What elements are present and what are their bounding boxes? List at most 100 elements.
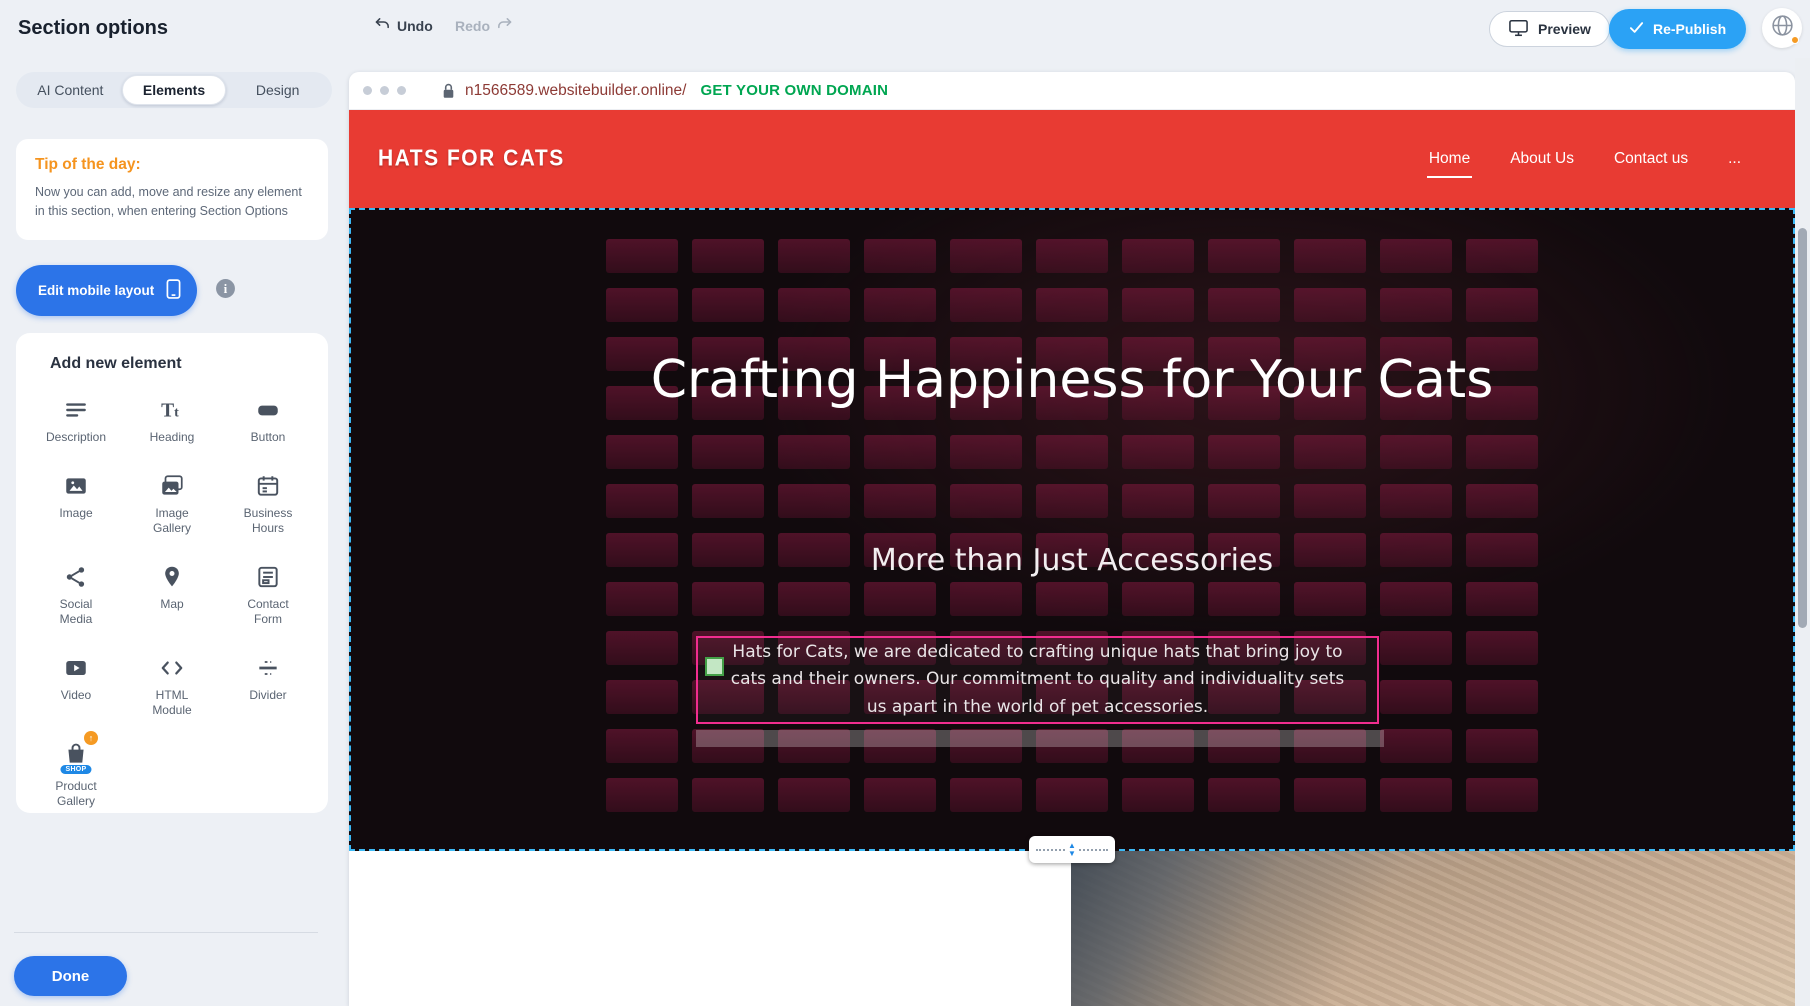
redo-button[interactable]: Redo bbox=[455, 16, 513, 36]
element-social-media[interactable]: Social Media bbox=[28, 560, 124, 627]
hero-tile bbox=[1208, 484, 1280, 518]
hero-tile bbox=[1122, 239, 1194, 273]
hero-tile bbox=[864, 239, 936, 273]
undo-button[interactable]: Undo bbox=[374, 16, 433, 36]
element-image-gallery[interactable]: Image Gallery bbox=[124, 469, 220, 536]
hero-section-selected[interactable]: Crafting Happiness for Your Cats More th… bbox=[349, 208, 1795, 851]
hero-tile bbox=[1380, 239, 1452, 273]
republish-button[interactable]: Re-Publish bbox=[1609, 9, 1746, 49]
element-divider[interactable]: Divider bbox=[220, 651, 316, 718]
contact-form-icon bbox=[255, 560, 281, 590]
element-map[interactable]: Map bbox=[124, 560, 220, 627]
video-icon bbox=[63, 651, 89, 681]
tab-elements[interactable]: Elements bbox=[122, 75, 227, 105]
hero-tile bbox=[778, 239, 850, 273]
hero-tile bbox=[778, 484, 850, 518]
element-html-module[interactable]: HTML Module bbox=[124, 651, 220, 718]
hero-tile bbox=[1122, 484, 1194, 518]
hero-tile bbox=[606, 239, 678, 273]
notification-dot bbox=[1791, 36, 1799, 44]
hero-tile bbox=[864, 582, 936, 616]
info-icon[interactable]: i bbox=[215, 278, 236, 304]
get-domain-link[interactable]: GET YOUR OWN DOMAIN bbox=[700, 82, 888, 99]
nav-more[interactable]: ... bbox=[1726, 144, 1743, 174]
element-label: Map bbox=[160, 597, 183, 612]
element-description[interactable]: Description bbox=[28, 393, 124, 445]
element-business-hours[interactable]: Business Hours bbox=[220, 469, 316, 536]
phone-icon bbox=[166, 278, 181, 303]
site-preview-frame: n1566589.websitebuilder.online/ GET YOUR… bbox=[349, 72, 1795, 1006]
hero-tile bbox=[1122, 435, 1194, 469]
next-section[interactable] bbox=[349, 851, 1795, 1006]
site-header: HATS FOR CATS Home About Us Contact us... bbox=[349, 110, 1795, 208]
site-canvas: HATS FOR CATS HomeAbout UsContact us... … bbox=[349, 110, 1795, 1006]
nav-home[interactable]: Home bbox=[1427, 144, 1472, 174]
lock-icon bbox=[442, 83, 455, 99]
element-label: Social Media bbox=[42, 597, 110, 627]
hero-tile bbox=[864, 435, 936, 469]
element-video[interactable]: Video bbox=[28, 651, 124, 718]
tab-ai-content[interactable]: AI Content bbox=[19, 75, 122, 105]
business-hours-icon bbox=[255, 469, 281, 499]
element-button[interactable]: Button bbox=[220, 393, 316, 445]
hero-tile bbox=[1294, 288, 1366, 322]
upgrade-badge-icon: ↑ bbox=[84, 731, 98, 745]
nav-contact-us[interactable]: Contact us bbox=[1612, 144, 1690, 174]
hero-tile bbox=[778, 288, 850, 322]
html-module-icon bbox=[159, 651, 185, 681]
hero-tile bbox=[606, 435, 678, 469]
undo-label: Undo bbox=[397, 18, 433, 34]
hero-paragraph-selected[interactable]: Hats for Cats, we are dedicated to craft… bbox=[696, 636, 1379, 724]
scrollbar-thumb[interactable] bbox=[1798, 228, 1807, 628]
hero-tile bbox=[864, 484, 936, 518]
hero-tile bbox=[1294, 582, 1366, 616]
preview-button[interactable]: Preview bbox=[1489, 11, 1610, 47]
hero-tile bbox=[1466, 288, 1538, 322]
element-heading[interactable]: TtHeading bbox=[124, 393, 220, 445]
section-photo bbox=[1071, 851, 1795, 1006]
svg-text:T: T bbox=[161, 401, 174, 422]
element-label: Video bbox=[61, 688, 91, 703]
hero-tile bbox=[1036, 239, 1108, 273]
hero-tile bbox=[1036, 435, 1108, 469]
hero-tile bbox=[692, 484, 764, 518]
nav-about-us[interactable]: About Us bbox=[1508, 144, 1576, 174]
hero-tile bbox=[1294, 484, 1366, 518]
hero-tile bbox=[950, 239, 1022, 273]
done-button[interactable]: Done bbox=[14, 956, 127, 996]
element-image[interactable]: Image bbox=[28, 469, 124, 536]
section-resize-handle[interactable]: ▲▼ bbox=[1029, 836, 1115, 863]
social-media-icon bbox=[63, 560, 89, 590]
tab-design[interactable]: Design bbox=[226, 75, 329, 105]
element-label: Button bbox=[251, 430, 286, 445]
hero-tile bbox=[1380, 680, 1452, 714]
element-drag-handle[interactable] bbox=[705, 657, 724, 676]
element-label: Description bbox=[46, 430, 106, 445]
hero-tile bbox=[950, 484, 1022, 518]
heading-icon: Tt bbox=[159, 393, 185, 423]
edit-mobile-label: Edit mobile layout bbox=[38, 283, 154, 298]
hero-title[interactable]: Crafting Happiness for Your Cats bbox=[532, 341, 1612, 421]
hero-subtitle[interactable]: More than Just Accessories bbox=[351, 543, 1793, 578]
monitor-icon bbox=[1508, 19, 1529, 40]
hero-tile bbox=[1466, 582, 1538, 616]
preview-label: Preview bbox=[1538, 21, 1591, 37]
hero-tile bbox=[606, 631, 678, 665]
hero-tile bbox=[864, 288, 936, 322]
hero-tile bbox=[606, 680, 678, 714]
republish-label: Re-Publish bbox=[1653, 21, 1726, 37]
element-contact-form[interactable]: Contact Form bbox=[220, 560, 316, 627]
site-logo[interactable]: HATS FOR CATS bbox=[378, 146, 565, 173]
hero-tile bbox=[1208, 582, 1280, 616]
hero-tile bbox=[1122, 778, 1194, 812]
page-scrollbar bbox=[1795, 58, 1810, 1006]
add-element-panel: Add new element Description TtHeading Butt… bbox=[16, 333, 328, 813]
tip-title: Tip of the day: bbox=[35, 156, 309, 174]
element-label: Product Gallery bbox=[42, 779, 110, 809]
redo-label: Redo bbox=[455, 18, 490, 34]
svg-text:i: i bbox=[224, 281, 228, 296]
element-product-gallery[interactable]: SHOP↑Product Gallery bbox=[28, 742, 124, 809]
add-element-title: Add new element bbox=[50, 355, 316, 373]
language-globe-button[interactable] bbox=[1762, 8, 1802, 48]
edit-mobile-layout-button[interactable]: Edit mobile layout bbox=[16, 265, 197, 316]
